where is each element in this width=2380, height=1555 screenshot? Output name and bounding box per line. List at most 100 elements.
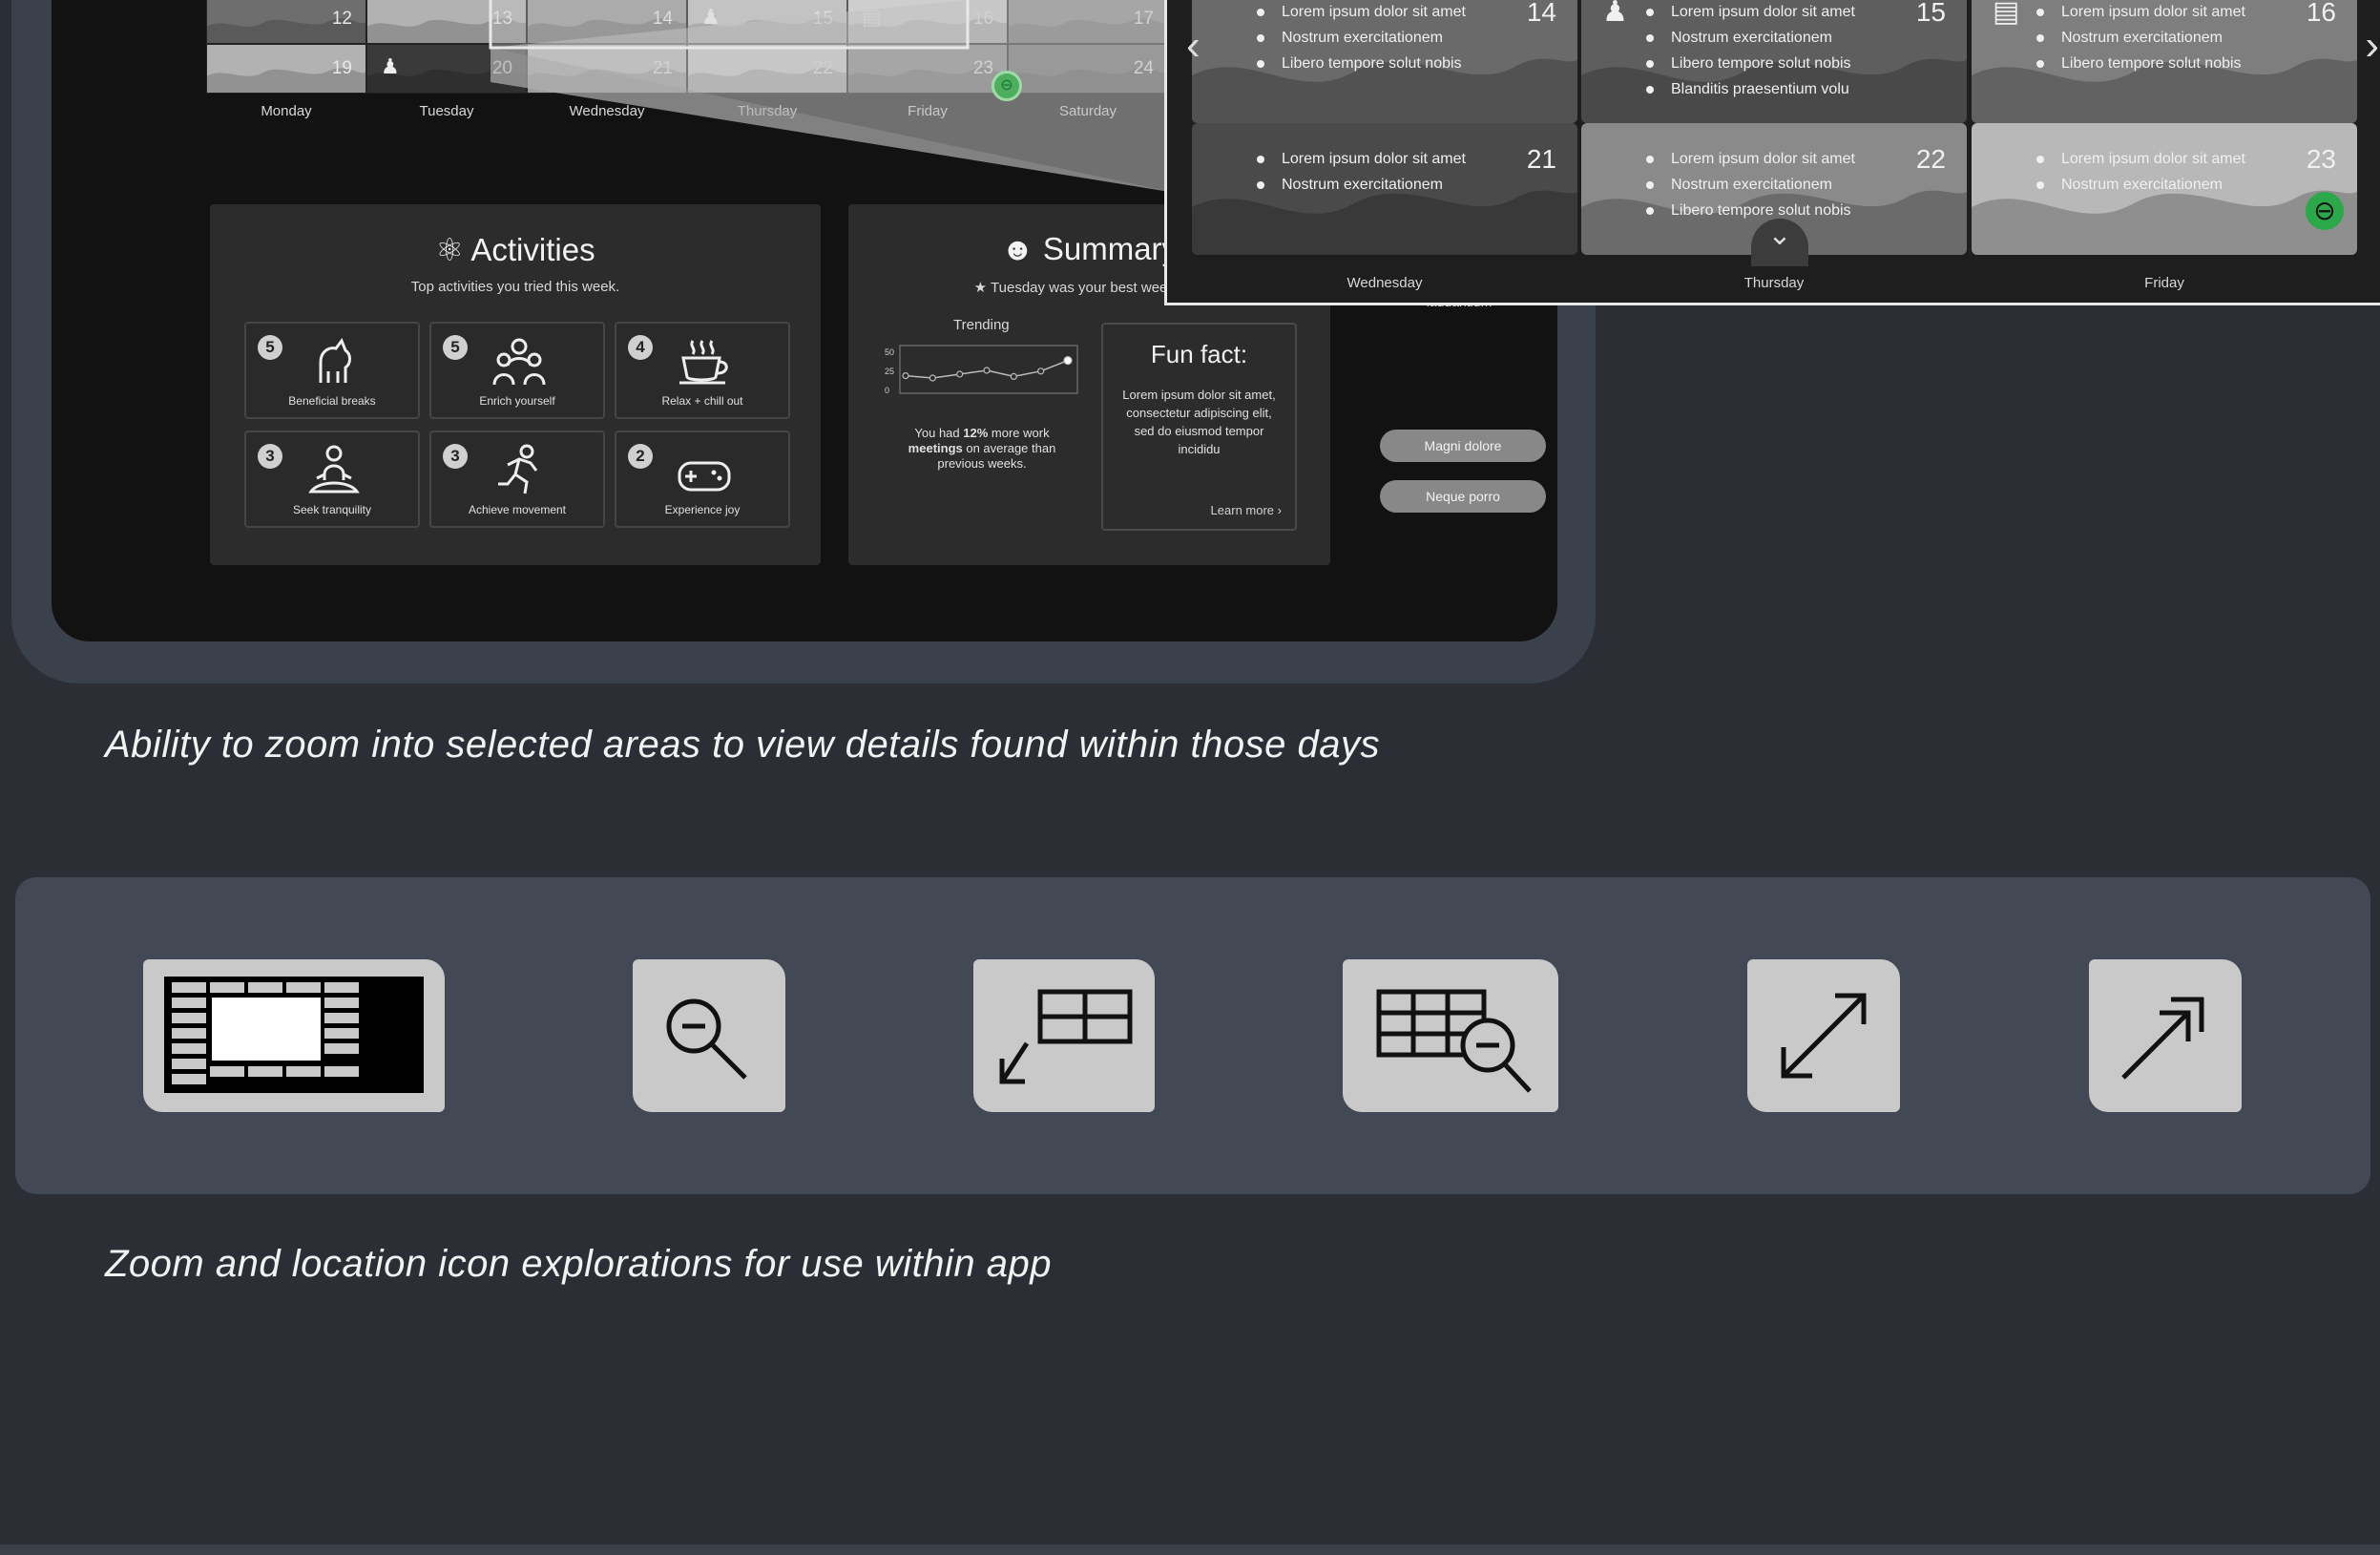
chevron-left-icon[interactable]: ‹ xyxy=(1186,22,1200,70)
expand-diagonal-icon[interactable] xyxy=(1747,959,1900,1112)
summary-title-text: Summary xyxy=(1042,231,1179,266)
trend-point xyxy=(1063,356,1073,366)
zoomed-day-item: Libero tempore solut nobis xyxy=(1257,51,1466,76)
learn-more-text: Learn more xyxy=(1210,503,1275,517)
zoomed-day-item: Lorem ipsum dolor sit amet xyxy=(1646,0,1855,25)
trend-axis-tick: 50 xyxy=(885,347,894,357)
zoom-handle-icon[interactable]: ⊖ xyxy=(992,71,1022,101)
bottom-divider xyxy=(0,1544,2380,1555)
activity-label: Relax + chill out xyxy=(661,394,743,408)
calendar-zoom-area-icon[interactable] xyxy=(143,959,445,1112)
zoomed-weekday-label: Friday xyxy=(2144,275,2184,291)
fun-fact-body: Lorem ipsum dolor sit amet, consectetur … xyxy=(1122,388,1276,456)
neque-porro-button[interactable]: Neque porro xyxy=(1380,480,1546,513)
zoom-caption: Ability to zoom into selected areas to v… xyxy=(105,724,1380,766)
activity-label: Enrich yourself xyxy=(479,394,555,408)
magni-dolore-button[interactable]: Magni dolore xyxy=(1380,430,1546,462)
zoomed-day-items: Lorem ipsum dolor sit amet Nostrum exerci… xyxy=(1646,0,1855,102)
zoom-out-icon[interactable] xyxy=(633,959,785,1112)
people-icon xyxy=(489,333,550,390)
zoomed-day-cell[interactable]: Lorem ipsum dolor sit amet Nostrum exerci… xyxy=(1581,0,1967,123)
activities-subtitle: Top activities you tried this week. xyxy=(410,279,620,295)
trend-point xyxy=(929,374,936,382)
trend-point xyxy=(956,370,964,378)
activity-count-badge: 3 xyxy=(443,444,468,469)
activity-tile[interactable]: 3 Achieve movement xyxy=(429,431,605,528)
activities-title-text: Activities xyxy=(470,232,595,267)
meditate-icon xyxy=(303,442,365,499)
activities-title: ⚛ Activities xyxy=(210,231,821,268)
zoomed-day-item: Blanditis praesentium volu xyxy=(1646,76,1855,102)
activity-label: Experience joy xyxy=(664,503,741,516)
activity-tile[interactable]: 4 Relax + chill out xyxy=(615,322,790,419)
trending-label: Trending xyxy=(953,317,1010,333)
activity-tile[interactable]: 2 Experience joy xyxy=(615,431,790,528)
zoomed-day-number: 22 xyxy=(1915,144,1946,174)
running-icon xyxy=(489,442,550,499)
gamepad-icon xyxy=(674,442,735,499)
zoomed-day-item: Nostrum exercitationem xyxy=(2036,25,2245,51)
icon-strip xyxy=(15,877,2370,1194)
open-arrow-icon[interactable] xyxy=(2089,959,2242,1112)
zoomed-day-item: Lorem ipsum dolor sit amet xyxy=(1257,146,1466,172)
trending-chart: 50 25 0 xyxy=(885,345,1078,395)
coffee-icon xyxy=(674,333,735,390)
activity-count-badge: 4 xyxy=(628,335,653,360)
grid-zoom-out-icon[interactable] xyxy=(1343,959,1558,1112)
atom-icon: ⚛ xyxy=(435,232,465,267)
zoomed-day-item: Nostrum exercitationem xyxy=(2036,172,2245,198)
zoomed-day-cell[interactable]: Lorem ipsum dolor sit amet Nostrum exerci… xyxy=(1192,123,1577,255)
zoomed-weekday-label: Wednesday xyxy=(1347,275,1423,291)
zoomed-day-items: Lorem ipsum dolor sit amet Nostrum exerci… xyxy=(1646,146,1855,223)
activity-tile[interactable]: 5 Enrich yourself xyxy=(429,322,605,419)
zoomed-day-items: Lorem ipsum dolor sit amet Nostrum exerci… xyxy=(1257,0,1466,76)
trend-point xyxy=(1037,368,1045,375)
activity-tile[interactable]: 3 Seek tranquility xyxy=(244,431,420,528)
smiley-icon: ☻ xyxy=(1000,231,1034,266)
icons-caption: Zoom and location icon explorations for … xyxy=(105,1243,1052,1285)
trend-text-bold: meetings xyxy=(908,441,963,455)
fun-fact-card: Fun fact: Lorem ipsum dolor sit amet, co… xyxy=(1101,323,1297,531)
zoomed-day-cell[interactable]: Lorem ipsum dolor sit amet Nostrum exerci… xyxy=(1972,0,2357,123)
activity-label: Achieve movement xyxy=(468,503,567,516)
trend-point xyxy=(902,371,909,380)
activity-tile[interactable]: 5 Beneficial breaks xyxy=(244,322,420,419)
zoomed-day-cell[interactable]: Lorem ipsum dolor sit amet Nostrum exerci… xyxy=(1192,0,1577,123)
zoomed-day-cell[interactable]: Lorem ipsum dolor sit amet Nostrum exerci… xyxy=(1972,123,2357,255)
activity-label: Seek tranquility xyxy=(292,503,372,516)
zoomed-day-items: Lorem ipsum dolor sit amet Nostrum exerci… xyxy=(2036,146,2245,198)
zoom-out-icon[interactable]: ⊖ xyxy=(2306,192,2344,230)
trend-text-2: more work xyxy=(988,426,1050,440)
zoomed-day-number: 16 xyxy=(2306,0,2336,27)
clipboard-icon: ▤ xyxy=(1993,0,2020,28)
minimize-to-grid-icon[interactable] xyxy=(973,959,1155,1112)
fun-fact-title: Fun fact: xyxy=(1150,340,1248,368)
zoomed-day-item: Nostrum exercitationem xyxy=(1257,172,1466,198)
zoomed-day-number: 14 xyxy=(1526,0,1556,27)
zoomed-day-item: Nostrum exercitationem xyxy=(1646,172,1855,198)
activity-label: Beneficial breaks xyxy=(288,394,376,408)
zoomed-day-item: Nostrum exercitationem xyxy=(1646,25,1855,51)
zoomed-day-item: Libero tempore solut nobis xyxy=(1646,198,1855,223)
trend-text-1: You had xyxy=(914,426,964,440)
group-icon: ♟ xyxy=(1602,0,1628,28)
activity-count-badge: 2 xyxy=(628,444,653,469)
zoomed-weekday-label: Thursday xyxy=(1743,275,1805,291)
activities-panel: ⚛ Activities Top activities you tried th… xyxy=(210,204,821,565)
trend-text-pct: 12% xyxy=(963,426,989,440)
trend-axis-tick: 0 xyxy=(885,386,889,395)
chevron-right-icon[interactable]: › xyxy=(2365,22,2379,70)
zoomed-day-item: Lorem ipsum dolor sit amet xyxy=(1257,0,1466,25)
zoomed-day-number: 23 xyxy=(2306,144,2336,174)
chevron-right-icon: › xyxy=(1277,503,1282,517)
zoomed-day-item: Libero tempore solut nobis xyxy=(1646,51,1855,76)
zoomed-day-item: Lorem ipsum dolor sit amet xyxy=(2036,146,2245,172)
star-icon: ★ xyxy=(973,280,988,296)
trend-point xyxy=(983,367,991,374)
zoomed-detail-view: Lorem ipsum dolor sit amet Nostrum exerci… xyxy=(1164,0,2380,305)
activity-count-badge: 5 xyxy=(258,335,282,360)
zoomed-day-number: 15 xyxy=(1915,0,1946,27)
learn-more-link[interactable]: Learn more › xyxy=(1211,503,1282,517)
activity-count-badge: 5 xyxy=(443,335,468,360)
trend-axis-tick: 25 xyxy=(885,367,894,376)
